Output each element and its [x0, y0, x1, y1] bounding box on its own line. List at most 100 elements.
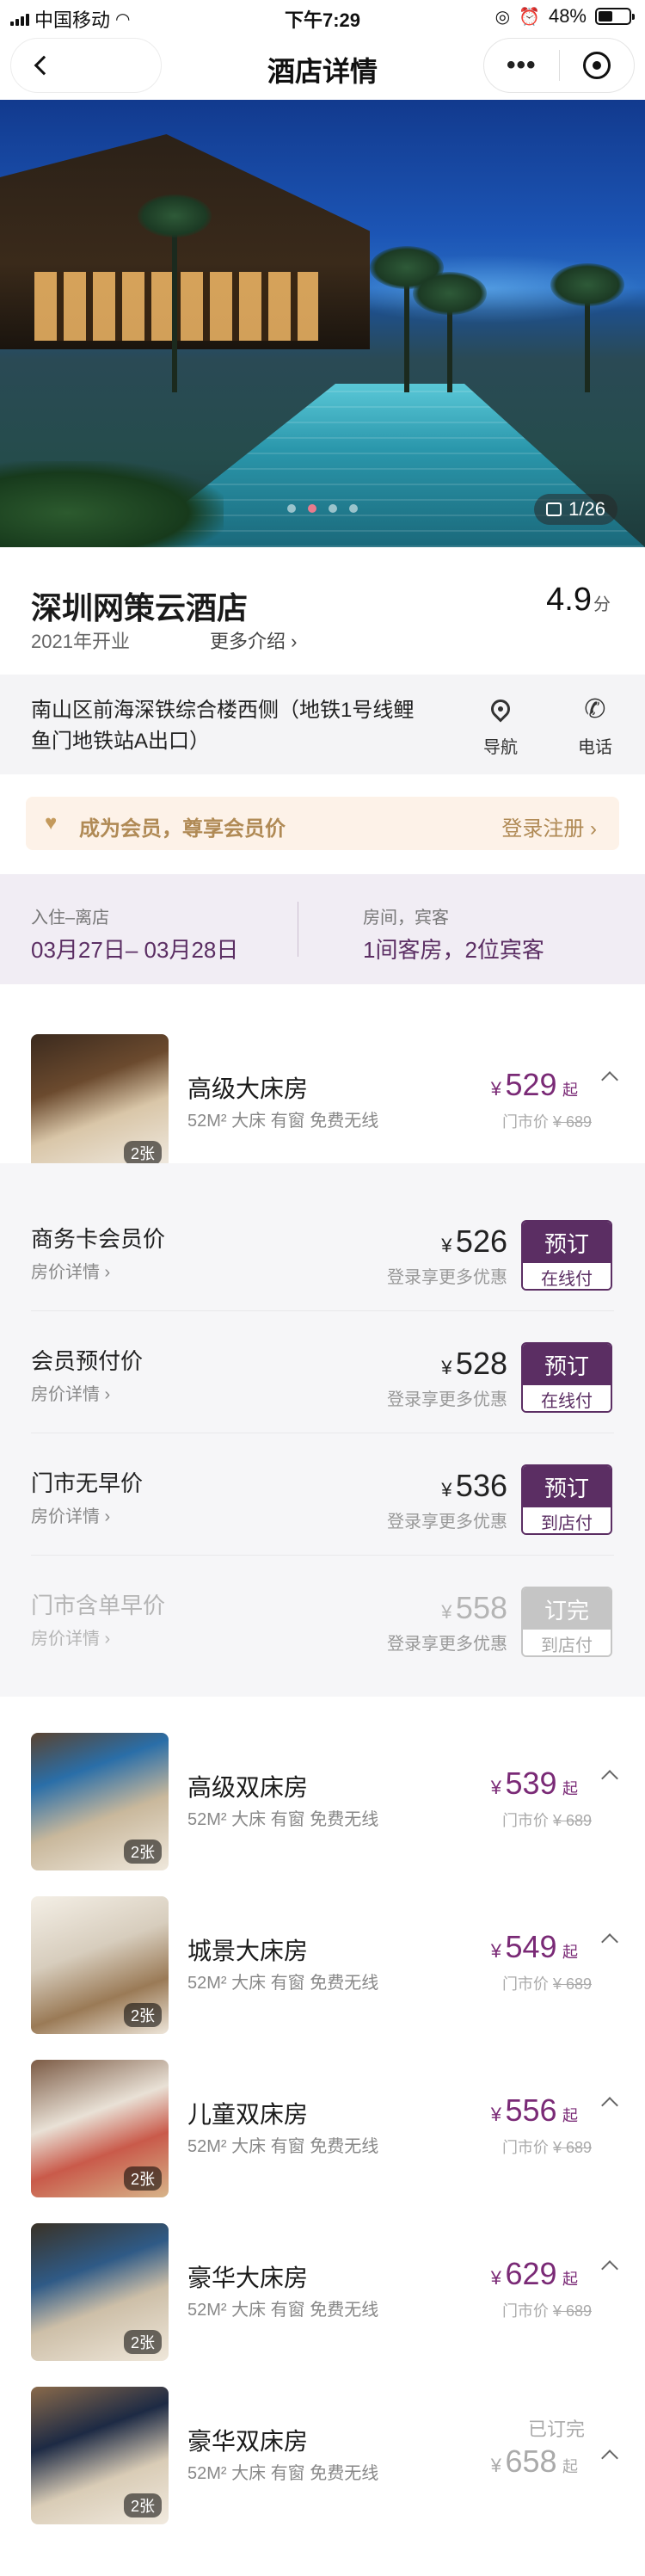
room-photo-count: 2张: [123, 2003, 162, 2027]
room-price-from: 起: [562, 1944, 578, 1961]
room-photo-count: 2张: [123, 2330, 162, 2354]
rate-detail-link[interactable]: 房价详情 ›: [31, 1258, 110, 1283]
carousel-dot[interactable]: [349, 504, 358, 513]
palm-tree: [138, 194, 212, 392]
checkin-dates[interactable]: 03月27日– 03月28日: [31, 933, 238, 964]
book-button[interactable]: 预订 在线付: [521, 1342, 612, 1413]
sold-out-label: 已订完: [527, 2419, 585, 2440]
target-icon: [582, 52, 611, 79]
rate-price-currency: ¥: [441, 1235, 452, 1256]
carousel-dot[interactable]: [308, 504, 316, 513]
chevron-up-icon[interactable]: [601, 1933, 618, 1950]
room-price-value: 549: [505, 1929, 557, 1964]
room-price-currency: ¥: [490, 2455, 502, 2476]
market-price-value: ¥ 689: [552, 2139, 592, 2156]
market-price: 门市价 ¥ 689: [502, 2299, 592, 2321]
room-name: 豪华双床房: [187, 2428, 309, 2455]
room-photo-count: 2张: [123, 2493, 162, 2517]
room-row[interactable]: 2张 豪华大床房 52M² 大床 有窗 免费无线 ¥ 629 起 门市价 ¥ 68…: [0, 2206, 645, 2370]
room-row[interactable]: 2张 高级大床房 52M² 大床 有窗 免费无线 ¥ 529 起 门市价 ¥ 68…: [0, 1017, 645, 1180]
stay-selector: 入住–离店 03月27日– 03月28日 房间，宾客 1间客房，2位宾客: [0, 874, 645, 984]
room-price-currency: ¥: [490, 1078, 502, 1100]
room-price-from: 起: [562, 2107, 578, 2124]
room-price-from: 起: [562, 2458, 578, 2475]
login-register-link[interactable]: 登录注册 ›: [501, 811, 597, 841]
payment-type-label: 在线付: [523, 1263, 611, 1289]
section-gap: [0, 1163, 645, 1180]
close-target-button[interactable]: [560, 52, 635, 79]
room-price: ¥ 549 起: [491, 1929, 578, 1965]
market-price: 门市价 ¥ 689: [502, 1972, 592, 1994]
member-heart-icon: ♥: [45, 811, 58, 835]
room-row[interactable]: 2张 豪华双床房 52M² 大床 有窗 免费无线 已订完 ¥ 658 起: [0, 2370, 645, 2533]
room-photo[interactable]: 2张: [31, 2060, 169, 2197]
room-photo[interactable]: 2张: [31, 1733, 169, 1870]
rate-price: ¥ 558: [441, 1590, 507, 1626]
status-bar: 中国移动 ◠ 下午7:29 ◎ ⏰ 48%: [0, 0, 645, 34]
market-price-value: ¥ 689: [552, 1975, 592, 1993]
room-price: ¥ 556 起: [491, 2092, 578, 2129]
hotel-opened-year: 2021年开业: [31, 631, 130, 652]
room-photo[interactable]: 2张: [31, 2387, 169, 2524]
rooms-guests[interactable]: 1间客房，2位宾客: [363, 933, 544, 964]
member-banner[interactable]: ♥ 成为会员，尊享会员价 登录注册 ›: [26, 797, 619, 850]
sold-out-button[interactable]: 订完 到店付: [521, 1587, 612, 1657]
palm-tree: [413, 272, 487, 392]
rate-price-value: 536: [455, 1468, 507, 1503]
room-spec: 52M² 大床 有窗 免费无线: [187, 2464, 379, 2483]
photo-counter[interactable]: 1/26: [534, 494, 617, 525]
chevron-up-icon[interactable]: [601, 2260, 618, 2277]
rate-detail-link[interactable]: 房价详情 ›: [31, 1380, 110, 1405]
chevron-up-icon[interactable]: [601, 1071, 618, 1088]
more-dots-icon[interactable]: •••: [484, 51, 559, 80]
book-button[interactable]: 预订 到店付: [521, 1464, 612, 1535]
market-price-label: 门市价: [501, 1812, 549, 1829]
rate-login-hint: 登录享更多优惠: [387, 1635, 507, 1654]
rate-price-value: 558: [455, 1590, 507, 1625]
room-price: ¥ 539 起: [491, 1766, 578, 1802]
more-intro-link[interactable]: 更多介绍 ›: [210, 626, 297, 654]
room-row[interactable]: 2张 高级双床房 52M² 大床 有窗 免费无线 ¥ 539 起 门市价 ¥ 68…: [0, 1716, 645, 1879]
rate-plan-row: 门市含单早价 房价详情 › ¥ 558 登录享更多优惠 订完 到店付: [0, 1556, 645, 1678]
hotel-info-card: 深圳网策云酒店 2021年开业 更多介绍 › 4.9 分: [0, 547, 645, 675]
address-bar: 南山区前海深铁综合楼西侧（地铁1号线鲤鱼门地铁站A出口） 导航 ✆ 电话: [0, 675, 645, 774]
market-price-value: ¥ 689: [552, 1113, 592, 1131]
market-price-label: 门市价: [501, 2139, 549, 2156]
rate-detail-link[interactable]: 房价详情 ›: [31, 1624, 110, 1649]
carousel-dot[interactable]: [287, 504, 296, 513]
location-pin-icon: [487, 695, 514, 723]
score-unit: 分: [593, 595, 611, 614]
room-photo[interactable]: 2张: [31, 1034, 169, 1172]
photo-counter-text: 1/26: [568, 498, 605, 520]
rate-price: ¥ 526: [441, 1223, 507, 1260]
room-price-value: 658: [505, 2444, 557, 2479]
book-button[interactable]: 预订 在线付: [521, 1220, 612, 1291]
photo-icon: [546, 502, 562, 516]
room-price-from: 起: [562, 1780, 578, 1797]
rate-plan-row: 会员预付价 房价详情 › ¥ 528 登录享更多优惠 预订 在线付: [0, 1311, 645, 1433]
room-photo[interactable]: 2张: [31, 2223, 169, 2361]
book-button-label: 预订: [523, 1466, 611, 1507]
room-spec: 52M² 大床 有窗 免费无线: [187, 2301, 379, 2320]
rate-plan-row: 商务卡会员价 房价详情 › ¥ 526 登录享更多优惠 预订 在线付: [0, 1189, 645, 1311]
room-photo-count: 2张: [123, 1840, 162, 1864]
chevron-up-icon[interactable]: [601, 2097, 618, 2114]
rate-login-hint: 登录享更多优惠: [387, 1268, 507, 1287]
carousel-dot[interactable]: [329, 504, 337, 513]
chevron-up-icon[interactable]: [601, 2450, 618, 2467]
room-row[interactable]: 2张 城景大床房 52M² 大床 有窗 免费无线 ¥ 549 起 门市价 ¥ 68…: [0, 1879, 645, 2043]
room-price-currency: ¥: [490, 1940, 502, 1962]
navigate-button[interactable]: 导航: [475, 693, 526, 758]
battery-icon: [595, 8, 635, 25]
phone-button[interactable]: ✆ 电话: [569, 693, 621, 758]
market-price: 门市价 ¥ 689: [502, 1809, 592, 1831]
room-price-currency: ¥: [490, 2267, 502, 2289]
chevron-up-icon[interactable]: [601, 1770, 618, 1787]
rate-price: ¥ 536: [441, 1468, 507, 1504]
hotel-photo-carousel[interactable]: 1/26: [0, 100, 645, 547]
room-row[interactable]: 2张 儿童双床房 52M² 大床 有窗 免费无线 ¥ 556 起 门市价 ¥ 68…: [0, 2043, 645, 2206]
rate-plan-row: 门市无早价 房价详情 › ¥ 536 登录享更多优惠 预订 到店付: [0, 1433, 645, 1556]
room-photo[interactable]: 2张: [31, 1896, 169, 2034]
member-banner-text: 成为会员，尊享会员价: [79, 817, 286, 841]
rate-detail-link[interactable]: 房价详情 ›: [31, 1502, 110, 1527]
